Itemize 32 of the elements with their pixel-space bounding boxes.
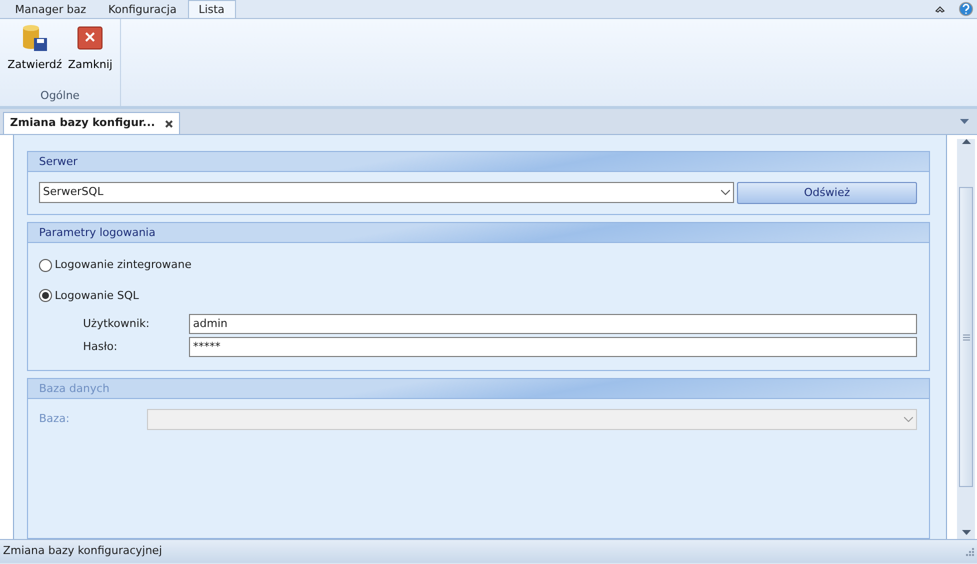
- help-icon[interactable]: [959, 2, 973, 16]
- group-label: Ogólne: [40, 88, 80, 104]
- ribbon-button[interactable]: Zatwierdź: [4, 19, 66, 88]
- status-text: Zmiana bazy konfiguracyjnej: [3, 543, 162, 560]
- field-label: Hasło:: [82, 338, 118, 355]
- field-label: Baza:: [39, 411, 71, 428]
- group-title: Serwer: [28, 152, 929, 172]
- scrollbar[interactable]: [957, 139, 975, 539]
- field-label: Użytkownik:: [82, 316, 150, 332]
- ribbon-tab[interactable]: Manager baz: [4, 0, 98, 18]
- group-title: Parametry logowania: [28, 223, 929, 243]
- input-field[interactable]: admin: [189, 314, 917, 334]
- ribbon-tab[interactable]: Konfiguracja: [97, 0, 188, 18]
- input-field[interactable]: *****: [189, 337, 917, 357]
- refresh-button[interactable]: Odśwież: [737, 182, 917, 204]
- scroll-up-icon[interactable]: [962, 139, 970, 144]
- group-title: Baza danych: [28, 379, 929, 399]
- radio-option[interactable]: Logowanie zintegrowane: [39, 257, 917, 274]
- radio-option[interactable]: Logowanie SQL: [39, 288, 917, 304]
- server-combo[interactable]: SerwerSQL: [39, 182, 734, 203]
- collapse-ribbon-icon[interactable]: [935, 5, 945, 13]
- scroll-down-icon[interactable]: [962, 530, 970, 535]
- dropdown-icon[interactable]: [721, 190, 730, 195]
- radio-button[interactable]: [39, 258, 52, 272]
- dropdown-icon[interactable]: [960, 119, 969, 124]
- ribbon-tab[interactable]: Lista: [188, 0, 236, 18]
- scroll-thumb[interactable]: [959, 187, 973, 487]
- close-icon[interactable]: [165, 120, 174, 128]
- resize-grip-icon[interactable]: [965, 547, 974, 556]
- radio-button[interactable]: [39, 289, 52, 302]
- document-tab[interactable]: Zmiana bazy konfigur...: [3, 112, 180, 134]
- ribbon-button[interactable]: Zamknij: [65, 19, 116, 88]
